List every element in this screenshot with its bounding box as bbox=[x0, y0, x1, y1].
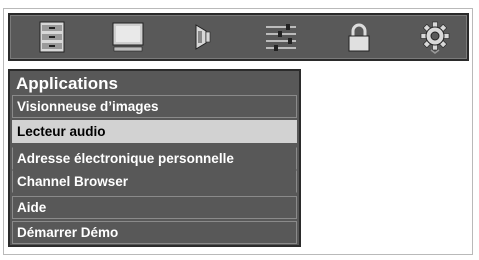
menu-item-start-demo[interactable]: Démarrer Démo bbox=[12, 221, 297, 244]
gear-icon[interactable] bbox=[415, 19, 455, 55]
menu-item-channel-browser[interactable]: Channel Browser bbox=[12, 170, 297, 193]
menu-item-image-viewer[interactable]: Visionneuse d’images bbox=[12, 95, 297, 118]
menu-item-label: Aide bbox=[17, 200, 47, 215]
menu-item-personal-email[interactable]: Adresse électronique personnelle bbox=[12, 147, 297, 170]
menu-item-label: Démarrer Démo bbox=[17, 225, 119, 240]
menu-item-label: Visionneuse d’images bbox=[17, 99, 159, 114]
lock-icon[interactable] bbox=[339, 19, 379, 55]
menu-item-label: Adresse électronique personnelle bbox=[17, 151, 234, 166]
menu-item-label: Lecteur audio bbox=[17, 124, 106, 139]
applications-menu: Applications Visionneuse d’images Lecteu… bbox=[8, 69, 301, 247]
speaker-icon[interactable] bbox=[185, 19, 225, 55]
menu-item-label: Channel Browser bbox=[17, 174, 129, 189]
menu-item-audio-player[interactable]: Lecteur audio bbox=[12, 120, 297, 143]
setup-list-icon[interactable] bbox=[32, 19, 72, 55]
menu-title: Applications bbox=[16, 74, 119, 93]
picture-monitor-icon[interactable] bbox=[108, 19, 148, 55]
menu-icon-bar bbox=[8, 13, 469, 61]
menu-item-help[interactable]: Aide bbox=[12, 196, 297, 219]
equalizer-sliders-icon[interactable] bbox=[261, 19, 301, 55]
